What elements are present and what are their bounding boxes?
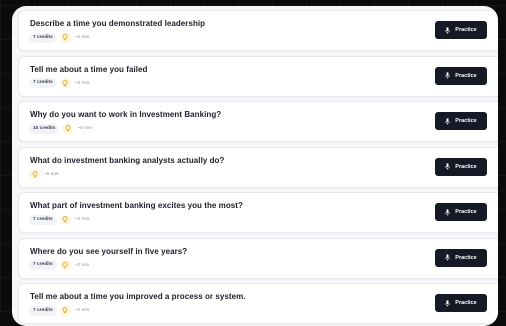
lightbulb-icon xyxy=(59,214,71,225)
lightbulb-icon xyxy=(29,169,40,179)
duration-label: ~5 min xyxy=(44,171,59,177)
question-meta: 7 credits ~2 min xyxy=(29,305,89,316)
practice-button[interactable]: Practice xyxy=(435,248,487,267)
practice-button-label: Practice xyxy=(455,72,477,79)
microphone-icon xyxy=(445,208,451,215)
question-meta: 7 credits ~2 min xyxy=(29,260,89,271)
question-title: Tell me about a time you failed xyxy=(30,64,148,74)
credits-badge: 7 credits xyxy=(29,32,57,43)
question-title: Where do you see yourself in five years? xyxy=(30,246,188,256)
question-list-panel: Describe a time you demonstrated leaders… xyxy=(12,6,498,326)
microphone-icon xyxy=(445,72,451,79)
lightbulb-icon xyxy=(59,78,71,88)
question-title: What part of investment banking excites … xyxy=(30,201,243,210)
credits-badge: 7 credits xyxy=(29,214,57,225)
lightbulb-icon xyxy=(62,123,74,134)
question-card: What part of investment banking excites … xyxy=(18,192,498,233)
credits-badge: 10 credits xyxy=(29,123,60,134)
practice-button[interactable]: Practice xyxy=(435,66,487,85)
duration-label: ~2 min xyxy=(74,80,90,86)
practice-button-label: Practice xyxy=(455,254,477,261)
question-card: Describe a time you demonstrated leaders… xyxy=(18,10,498,51)
question-list: Describe a time you demonstrated leaders… xyxy=(18,10,498,326)
credits-badge: 7 credits xyxy=(29,305,57,316)
practice-button[interactable]: Practice xyxy=(435,203,487,221)
question-meta: 7 credits ~2 min xyxy=(29,78,89,89)
lightbulb-icon xyxy=(59,32,71,43)
practice-button-label: Practice xyxy=(455,27,477,33)
lightbulb-icon xyxy=(59,260,71,270)
duration-label: ~2 min xyxy=(74,217,90,222)
question-meta: 7 credits ~2 min xyxy=(29,214,89,225)
question-card: Tell me about a time you failed 7 credit… xyxy=(18,55,498,97)
question-title: Why do you want to work in Investment Ba… xyxy=(30,110,222,119)
question-meta: ~5 min xyxy=(29,169,59,180)
duration-label: ~2 min xyxy=(74,35,90,40)
question-meta: 7 credits ~2 min xyxy=(29,32,89,43)
background: Describe a time you demonstrated leaders… xyxy=(0,0,506,326)
practice-button-label: Practice xyxy=(455,209,477,215)
practice-button[interactable]: Practice xyxy=(435,157,487,176)
practice-button-label: Practice xyxy=(455,118,477,124)
question-card: Tell me about a time you improved a proc… xyxy=(18,283,498,324)
credits-badge: 7 credits xyxy=(29,260,57,270)
question-card: Why do you want to work in Investment Ba… xyxy=(18,101,498,142)
question-title: Tell me about a time you improved a proc… xyxy=(30,292,246,301)
question-card: What do investment banking analysts actu… xyxy=(18,146,498,188)
microphone-icon xyxy=(445,117,451,124)
lightbulb-icon xyxy=(59,305,71,316)
practice-button[interactable]: Practice xyxy=(435,294,487,312)
microphone-icon xyxy=(445,26,451,33)
microphone-icon xyxy=(445,299,451,306)
practice-button-label: Practice xyxy=(455,163,477,170)
duration-label: ~5 min xyxy=(77,126,92,131)
duration-label: ~2 min xyxy=(74,308,90,313)
microphone-icon xyxy=(445,254,451,261)
microphone-icon xyxy=(445,163,451,170)
practice-button-label: Practice xyxy=(455,300,477,306)
question-title: Describe a time you demonstrated leaders… xyxy=(30,19,206,28)
practice-button[interactable]: Practice xyxy=(435,112,487,130)
credits-badge: 7 credits xyxy=(29,78,57,88)
question-title: What do investment banking analysts actu… xyxy=(30,155,225,165)
practice-button[interactable]: Practice xyxy=(435,21,487,39)
duration-label: ~2 min xyxy=(74,262,90,268)
question-meta: 10 credits ~5 min xyxy=(29,123,92,134)
question-card: Where do you see yourself in five years?… xyxy=(18,237,498,279)
